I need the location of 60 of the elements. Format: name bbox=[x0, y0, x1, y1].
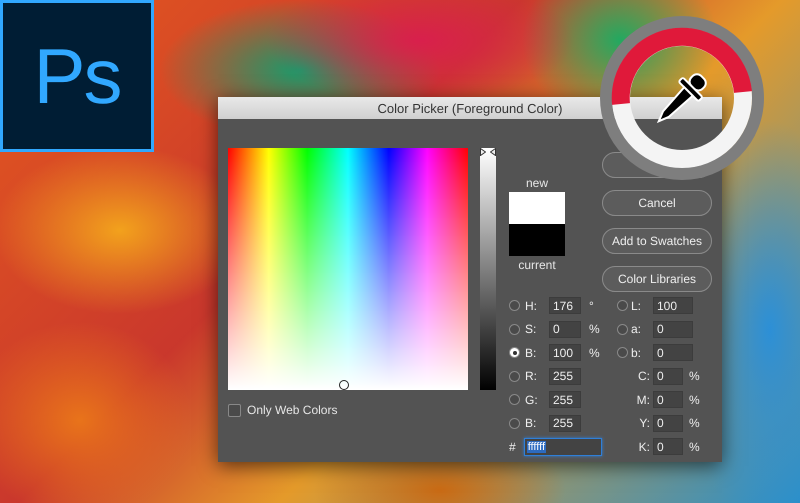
dialog-title: Color Picker (Foreground Color) bbox=[218, 97, 722, 119]
radio-button[interactable] bbox=[509, 370, 520, 382]
radio-button[interactable] bbox=[509, 394, 520, 406]
field-label: a: bbox=[631, 322, 642, 336]
value-field[interactable]: 255 bbox=[549, 368, 581, 385]
value-field[interactable]: 176 bbox=[549, 297, 581, 314]
value-field[interactable]: 100 bbox=[653, 297, 693, 314]
hex-value: ffffff bbox=[526, 440, 546, 453]
value-field[interactable]: 0 bbox=[653, 368, 683, 385]
checkbox[interactable] bbox=[228, 404, 241, 416]
dialog-button[interactable]: Cancel bbox=[602, 190, 712, 216]
field-label: L: bbox=[631, 298, 642, 313]
radio-button[interactable] bbox=[509, 324, 520, 335]
new-label: new bbox=[526, 176, 548, 190]
app-logo: Ps bbox=[0, 0, 154, 152]
value-field[interactable]: 255 bbox=[549, 414, 581, 432]
field-label: C: bbox=[637, 369, 651, 384]
radio-button[interactable] bbox=[617, 324, 628, 335]
value-field[interactable]: 0 bbox=[653, 344, 693, 362]
field-label: Y: bbox=[638, 416, 651, 430]
unit-label: % bbox=[689, 416, 700, 430]
unit-label: % bbox=[588, 322, 601, 336]
unit-label: % bbox=[689, 369, 700, 384]
hex-field[interactable]: ffffff bbox=[524, 438, 602, 456]
checkbox-label: Only Web Colors bbox=[247, 403, 338, 417]
field-label: M: bbox=[636, 392, 651, 407]
new-color-swatch bbox=[509, 192, 565, 224]
field-label: B: bbox=[525, 346, 538, 360]
field-label: G: bbox=[525, 392, 539, 407]
field-label: b: bbox=[631, 346, 642, 360]
value-field[interactable]: 255 bbox=[549, 391, 581, 408]
value-field[interactable]: 0 bbox=[653, 414, 683, 432]
value-field[interactable]: 0 bbox=[653, 438, 683, 456]
field-label: H: bbox=[525, 298, 538, 313]
value-field[interactable]: 0 bbox=[653, 320, 693, 338]
radio-button[interactable] bbox=[509, 347, 520, 358]
current-color-swatch bbox=[509, 224, 565, 256]
unit-label: % bbox=[689, 392, 700, 407]
field-label: R: bbox=[525, 369, 538, 384]
value-field[interactable]: 0 bbox=[653, 391, 683, 408]
current-label: current bbox=[518, 258, 556, 272]
unit-label: ° bbox=[588, 298, 595, 313]
dialog-button[interactable]: Add to Swatches bbox=[602, 228, 712, 254]
field-label: K: bbox=[638, 440, 651, 454]
hex-symbol: # bbox=[509, 440, 516, 454]
radio-button[interactable] bbox=[617, 347, 628, 358]
field-label: B: bbox=[525, 416, 538, 430]
picker-marker-icon[interactable] bbox=[339, 380, 349, 390]
value-field[interactable]: 100 bbox=[549, 344, 581, 362]
radio-button[interactable] bbox=[509, 300, 520, 312]
value-field[interactable]: 0 bbox=[549, 320, 581, 338]
unit-label: % bbox=[689, 440, 700, 454]
unit-label: % bbox=[588, 346, 601, 360]
field-label: S: bbox=[525, 322, 538, 336]
color-field[interactable] bbox=[228, 148, 468, 390]
brightness-slider[interactable] bbox=[480, 148, 496, 390]
slider-thumb[interactable] bbox=[480, 148, 496, 156]
radio-button[interactable] bbox=[509, 418, 520, 429]
dialog-button[interactable]: Color Libraries bbox=[602, 266, 712, 292]
radio-button[interactable] bbox=[617, 300, 628, 312]
